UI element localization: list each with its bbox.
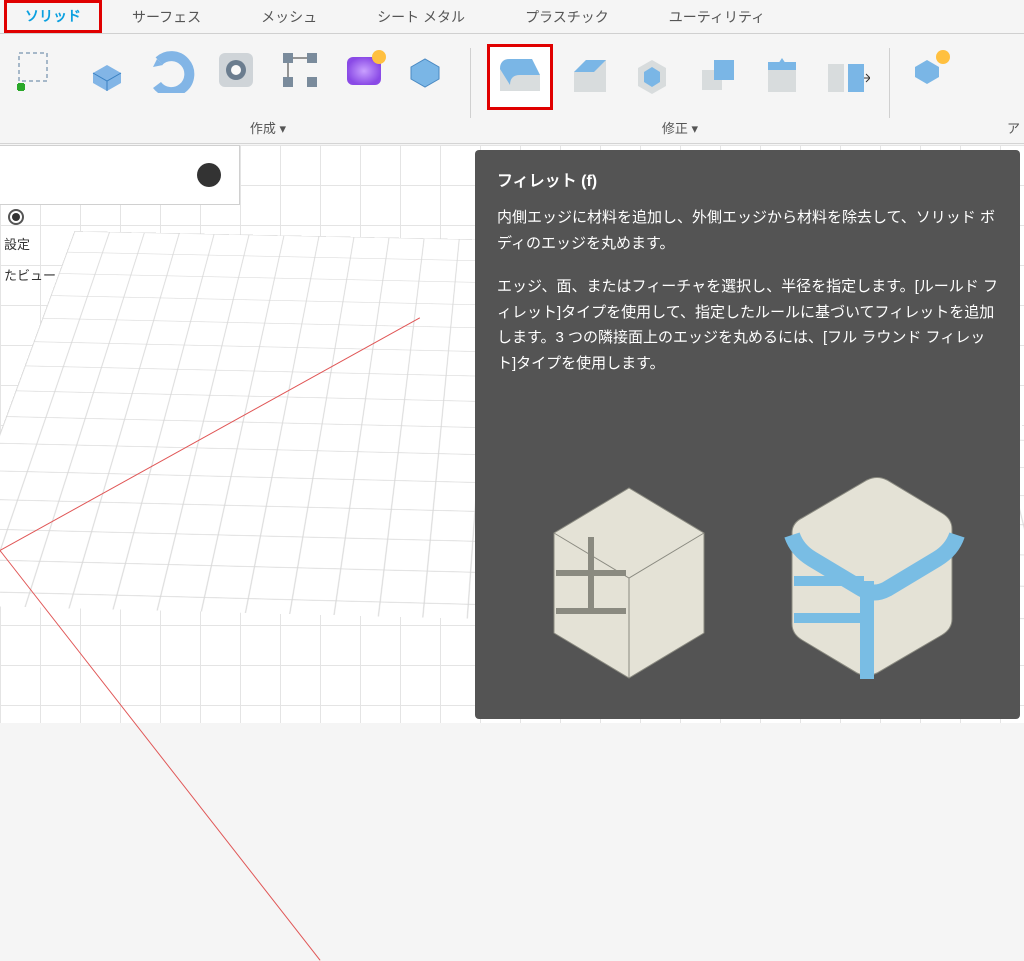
group-label-assemble: ア — [1007, 118, 1020, 137]
tooltip-title: フィレット (f) — [497, 168, 998, 195]
chamfer-button[interactable] — [565, 51, 617, 103]
ribbon-toolbar: 作成 ▾ 修正 ▾ — [0, 34, 1024, 144]
tab-surface[interactable]: サーフェス — [102, 1, 231, 33]
group-divider — [470, 48, 471, 118]
workspace-tabbar: ソリッド サーフェス メッシュ シート メタル プラスチック ユーティリティ — [0, 0, 1024, 34]
group-label-create[interactable]: 作成 ▾ — [250, 118, 286, 143]
combine-button[interactable] — [693, 51, 745, 103]
new-sketch-button[interactable] — [10, 44, 62, 96]
view-radio-icon[interactable] — [8, 209, 24, 225]
filter-bar[interactable] — [0, 145, 240, 205]
revolve-button[interactable] — [146, 44, 198, 96]
offset-face-button[interactable] — [757, 51, 809, 103]
box-primitive-button[interactable] — [402, 44, 454, 96]
clear-icon[interactable] — [197, 163, 221, 187]
tab-plastic[interactable]: プラスチック — [495, 1, 639, 33]
group-divider-2 — [889, 48, 890, 118]
tooltip-description-1: 内側エッジに材料を追加し、外側エッジから材料を除去して、ソリッド ボディのエッジ… — [497, 205, 998, 256]
tab-mesh[interactable]: メッシュ — [231, 1, 347, 33]
rectangular-pattern-button[interactable] — [274, 44, 326, 96]
tab-solid[interactable]: ソリッド — [4, 0, 102, 33]
hole-button[interactable] — [210, 44, 262, 96]
shell-button[interactable] — [629, 51, 681, 103]
split-body-button[interactable] — [821, 51, 873, 103]
named-view-item[interactable]: たビュー — [0, 259, 62, 290]
group-label-modify[interactable]: 修正 ▾ — [662, 118, 698, 143]
assemble-button[interactable] — [906, 44, 958, 96]
fillet-button[interactable] — [487, 44, 553, 110]
extrude-button[interactable] — [82, 44, 134, 96]
settings-item[interactable]: 設定 — [0, 228, 62, 259]
emboss-button[interactable] — [338, 44, 390, 96]
tooltip-description-2: エッジ、面、またはフィーチャを選択し、半径を指定します。[ルールド フィレット]… — [497, 274, 998, 376]
tooltip-before-icon — [524, 463, 734, 693]
tooltip-after-icon — [762, 463, 972, 693]
tab-utility[interactable]: ユーティリティ — [639, 1, 795, 33]
fillet-tooltip: フィレット (f) 内側エッジに材料を追加し、外側エッジから材料を除去して、ソリ… — [475, 150, 1020, 719]
browser-panel-strip: 設定 たビュー — [0, 205, 62, 290]
tab-sheetmetal[interactable]: シート メタル — [347, 1, 495, 33]
